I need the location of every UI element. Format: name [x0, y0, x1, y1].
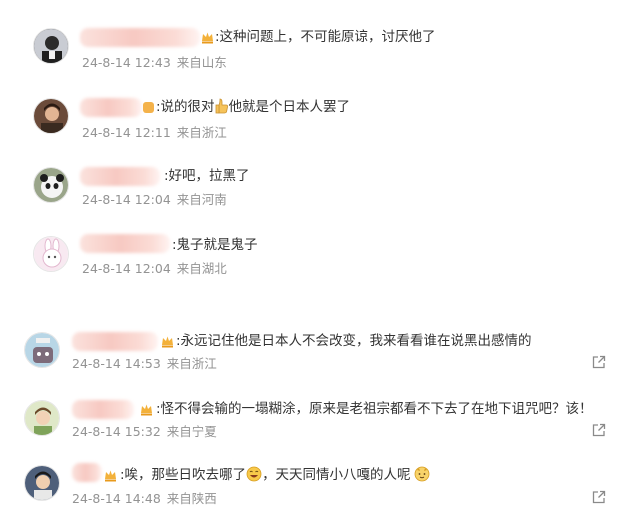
avatar[interactable]	[24, 400, 60, 436]
avatar[interactable]	[33, 98, 69, 134]
comment-text: :说的很对 他就是个日本人罢了	[156, 98, 350, 116]
crown-badge-icon	[141, 404, 152, 416]
comment-text-part: 他就是个日本人罢了	[228, 99, 351, 115]
avatar[interactable]	[24, 332, 60, 368]
comment-time: 24-8-14 14:53	[72, 356, 161, 371]
smug-face-emoji-icon	[414, 466, 429, 482]
comment-meta: 24-8-14 14:48 来自陕西	[72, 491, 223, 507]
comment-location: 来自浙江	[166, 356, 217, 371]
comment-text: :永远记住他是日本人不会改变，我来看看谁在说黑出感情的	[176, 333, 532, 349]
comment-text: :鬼子就是鬼子	[172, 237, 258, 253]
comment-meta: 24-8-14 12:04 来自河南	[82, 192, 233, 208]
comment-item: :唉，那些日吹去哪了 ，天天同情小八嘎的人呢 24-8-14 14:48 来自陕西	[0, 461, 640, 521]
badge-icon	[143, 102, 154, 113]
comment-item: :鬼子就是鬼子 24-8-14 12:04 来自湖北	[0, 230, 640, 290]
comment-meta: 24-8-14 15:32 来自宁夏	[72, 424, 223, 440]
avatar[interactable]	[33, 28, 69, 64]
blurred-username	[72, 400, 134, 419]
avatar[interactable]	[33, 167, 69, 203]
comment-location: 来自浙江	[176, 125, 227, 140]
comment-location: 来自河南	[176, 192, 227, 207]
avatar[interactable]	[24, 465, 60, 501]
comment-item: :好吧，拉黑了 24-8-14 12:04 来自河南	[0, 161, 640, 221]
comment-meta: 24-8-14 12:04 来自湖北	[82, 261, 233, 277]
comment-item: :这种问题上，不可能原谅，讨厌他了 24-8-14 12:43 来自山东	[0, 22, 640, 82]
comment-location: 来自宁夏	[166, 424, 217, 439]
comment-text: :好吧，拉黑了	[164, 168, 250, 184]
blurred-username	[72, 332, 158, 351]
laughing-emoji-icon	[246, 466, 262, 482]
comment-item: :永远记住他是日本人不会改变，我来看看谁在说黑出感情的 24-8-14 14:5…	[0, 326, 640, 386]
thumbs-up-emoji-icon	[215, 98, 228, 114]
comment-location: 来自湖北	[176, 261, 227, 276]
comment-text-part: ，天天同情小八嘎的人呢	[262, 467, 411, 483]
crown-badge-icon	[105, 470, 116, 482]
comment-location: 来自山东	[176, 55, 227, 70]
blurred-username	[80, 234, 170, 253]
comment-text: :怪不得会输的一塌糊涂，原来是老祖宗都看不下去了在地下诅咒吧？该！	[156, 401, 593, 417]
blurred-username	[80, 98, 142, 117]
crown-badge-icon	[202, 32, 213, 44]
comment-meta: 24-8-14 12:43 来自山东	[82, 55, 233, 71]
comment-item: :怪不得会输的一塌糊涂，原来是老祖宗都看不下去了在地下诅咒吧？该！ 24-8-1…	[0, 394, 640, 454]
blurred-username	[80, 28, 200, 47]
comment-time: 24-8-14 12:43	[82, 55, 171, 70]
crown-badge-icon	[162, 336, 173, 348]
share-icon[interactable]	[592, 423, 606, 437]
avatar[interactable]	[33, 236, 69, 272]
comment-meta: 24-8-14 12:11 来自浙江	[82, 125, 233, 141]
comment-time: 24-8-14 12:11	[82, 125, 171, 140]
share-icon[interactable]	[592, 490, 606, 504]
comment-text: :这种问题上，不可能原谅，讨厌他了	[215, 29, 436, 45]
comment-time: 24-8-14 15:32	[72, 424, 161, 439]
share-icon[interactable]	[592, 355, 606, 369]
comment-item: :说的很对 他就是个日本人罢了 24-8-14 12:11 来自浙江	[0, 92, 640, 152]
comment-text: :唉，那些日吹去哪了 ，天天同情小八嘎的人呢	[120, 466, 430, 484]
blurred-username	[72, 463, 102, 482]
comment-meta: 24-8-14 14:53 来自浙江	[72, 356, 223, 372]
blurred-username	[80, 167, 160, 186]
comment-time: 24-8-14 12:04	[82, 192, 171, 207]
comment-text-part: :唉，那些日吹去哪了	[120, 467, 247, 483]
comment-time: 24-8-14 14:48	[72, 491, 161, 506]
comment-time: 24-8-14 12:04	[82, 261, 171, 276]
comment-location: 来自陕西	[166, 491, 217, 506]
comment-text-part: :说的很对	[156, 99, 215, 115]
